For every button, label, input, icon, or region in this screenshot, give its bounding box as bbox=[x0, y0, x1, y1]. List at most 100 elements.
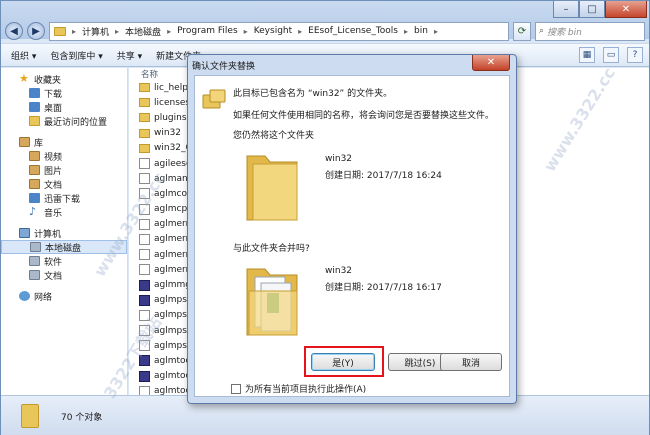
drive-icon bbox=[29, 270, 40, 280]
drive-icon bbox=[30, 242, 41, 252]
file-name: win32 bbox=[154, 128, 182, 139]
nav-desktop[interactable]: 桌面 bbox=[1, 100, 127, 114]
close-button[interactable]: ✕ bbox=[605, 1, 647, 18]
merge-question: 与此文件夹合并吗? bbox=[233, 244, 310, 254]
executable-icon bbox=[139, 370, 150, 382]
nav-computer[interactable]: 计算机 bbox=[1, 226, 127, 240]
nav-software-drive[interactable]: 软件 bbox=[1, 254, 127, 268]
breadcrumb-eesof-license-tools[interactable]: EEsof_License_Tools bbox=[308, 26, 398, 36]
file-icon bbox=[139, 233, 150, 245]
folder-icon bbox=[139, 128, 150, 138]
nav-recent-places[interactable]: 最近访问的位置 bbox=[1, 114, 127, 128]
apply-all-label[interactable]: 为所有当前项目执行此操作(A) bbox=[245, 382, 366, 395]
dialog-message-2: 如果任何文件使用相同的名称，将会询问您是否要替换这些文件。 bbox=[233, 111, 495, 121]
star-icon: ★ bbox=[19, 72, 29, 85]
nav-documents[interactable]: 文档 bbox=[1, 177, 127, 191]
cancel-button[interactable]: 取消 bbox=[440, 353, 502, 371]
nav-videos[interactable]: 视频 bbox=[1, 149, 127, 163]
include-in-library-menu[interactable]: 包含到库中 ▾ bbox=[50, 49, 102, 62]
video-icon bbox=[29, 151, 40, 161]
breadcrumb-bin[interactable]: bin bbox=[414, 26, 428, 36]
object-count: 70 个对象 bbox=[61, 412, 103, 423]
file-name: aglmerr bbox=[154, 219, 190, 230]
dialog-body: 此目标已包含名为 “win32” 的文件夹。 如果任何文件使用相同的名称，将会询… bbox=[194, 75, 510, 397]
nav-local-disk[interactable]: 本地磁盘 bbox=[1, 240, 127, 254]
file-name: aglmtoo bbox=[154, 355, 192, 366]
incoming-folder-name: win32 bbox=[325, 266, 353, 276]
dialog-close-button[interactable]: ✕ bbox=[472, 55, 510, 71]
executable-icon bbox=[139, 294, 150, 306]
picture-icon bbox=[29, 165, 40, 175]
window-controls: – □ ✕ bbox=[553, 1, 647, 18]
file-icon bbox=[139, 340, 150, 352]
minimize-button[interactable]: – bbox=[553, 1, 579, 18]
dialog-message-1: 此目标已包含名为 “win32” 的文件夹。 bbox=[233, 89, 393, 99]
help-icon[interactable]: ? bbox=[627, 47, 643, 63]
nav-pictures[interactable]: 图片 bbox=[1, 163, 127, 177]
view-options-icon[interactable]: ▦ bbox=[579, 47, 595, 63]
drive-icon bbox=[29, 256, 40, 266]
thunder-download-icon bbox=[29, 193, 40, 203]
document-icon bbox=[29, 179, 40, 189]
maximize-button[interactable]: □ bbox=[579, 1, 605, 18]
existing-folder-date: 创建日期: 2017/7/18 16:24 bbox=[325, 171, 442, 181]
file-name: agileeso bbox=[154, 158, 192, 169]
computer-icon bbox=[19, 228, 30, 238]
yes-button[interactable]: 是(Y) bbox=[311, 353, 375, 371]
network-icon bbox=[19, 291, 30, 301]
nav-thunder-downloads[interactable]: 迅雷下载 bbox=[1, 191, 127, 205]
folder-icon bbox=[139, 98, 150, 108]
file-icon bbox=[139, 203, 150, 215]
file-icon bbox=[139, 173, 150, 185]
breadcrumb-local-disk[interactable]: 本地磁盘 bbox=[125, 25, 161, 38]
executable-icon bbox=[139, 355, 150, 367]
organize-menu[interactable]: 组织 ▾ bbox=[11, 49, 36, 62]
file-name: aglmerr bbox=[154, 234, 190, 245]
file-icon bbox=[139, 158, 150, 170]
nav-downloads[interactable]: 下载 bbox=[1, 86, 127, 100]
file-icon bbox=[139, 309, 150, 321]
folder-icon bbox=[21, 404, 39, 428]
file-name: lic_help bbox=[154, 82, 188, 93]
preview-pane-icon[interactable]: ▭ bbox=[603, 47, 619, 63]
file-icon bbox=[139, 325, 150, 337]
existing-folder-icon bbox=[246, 155, 298, 221]
file-name: licenses bbox=[154, 97, 191, 108]
nav-music[interactable]: ♪ 音乐 bbox=[1, 205, 127, 219]
search-input[interactable]: ⌕ 搜索 bin bbox=[535, 21, 645, 41]
file-icon bbox=[139, 249, 150, 261]
nav-documents-drive[interactable]: 文档 bbox=[1, 268, 127, 282]
file-name: plugins bbox=[154, 112, 187, 123]
folder-move-icon bbox=[202, 89, 226, 109]
executable-icon bbox=[139, 279, 150, 291]
breadcrumb-keysight[interactable]: Keysight bbox=[254, 26, 292, 36]
folder-icon bbox=[54, 26, 66, 36]
back-button[interactable]: ◀ bbox=[5, 22, 23, 40]
address-bar[interactable]: ▸ 计算机 ▸ 本地磁盘 ▸ Program Files ▸ Keysight … bbox=[49, 21, 509, 41]
refresh-button[interactable]: ⟳ bbox=[513, 21, 531, 41]
nav-libraries[interactable]: 库 bbox=[1, 135, 127, 149]
music-icon: ♪ bbox=[29, 205, 37, 218]
existing-folder-name: win32 bbox=[325, 154, 353, 164]
confirm-folder-replace-dialog: 确认文件夹替换 ✕ 此目标已包含名为 “win32” 的文件夹。 如果任何文件使… bbox=[187, 54, 517, 404]
desktop-icon bbox=[29, 102, 40, 112]
apply-all-row: 为所有当前项目执行此操作(A) bbox=[231, 382, 366, 395]
library-icon bbox=[19, 137, 30, 147]
navigation-pane: ★ 收藏夹 下载 桌面 最近访问的位置 库 视频 图片 文档 迅雷下载 ♪ 音乐 计… bbox=[1, 68, 128, 395]
nav-favorites[interactable]: ★ 收藏夹 bbox=[1, 72, 127, 86]
breadcrumb-program-files[interactable]: Program Files bbox=[177, 26, 238, 36]
download-icon bbox=[29, 88, 40, 98]
file-icon bbox=[139, 218, 150, 230]
incoming-folder-date: 创建日期: 2017/7/18 16:17 bbox=[325, 283, 442, 293]
search-icon: ⌕ bbox=[539, 26, 545, 36]
breadcrumb-computer[interactable]: 计算机 bbox=[82, 25, 109, 38]
folder-icon bbox=[139, 113, 150, 123]
folder-icon bbox=[139, 83, 150, 93]
incoming-folder-icon bbox=[246, 268, 298, 336]
apply-all-checkbox[interactable] bbox=[231, 383, 241, 394]
share-menu[interactable]: 共享 ▾ bbox=[117, 49, 142, 62]
nav-network[interactable]: 网络 bbox=[1, 289, 127, 303]
dialog-title: 确认文件夹替换 bbox=[192, 62, 256, 72]
forward-button[interactable]: ▶ bbox=[27, 22, 45, 40]
search-placeholder: 搜索 bin bbox=[547, 27, 582, 38]
